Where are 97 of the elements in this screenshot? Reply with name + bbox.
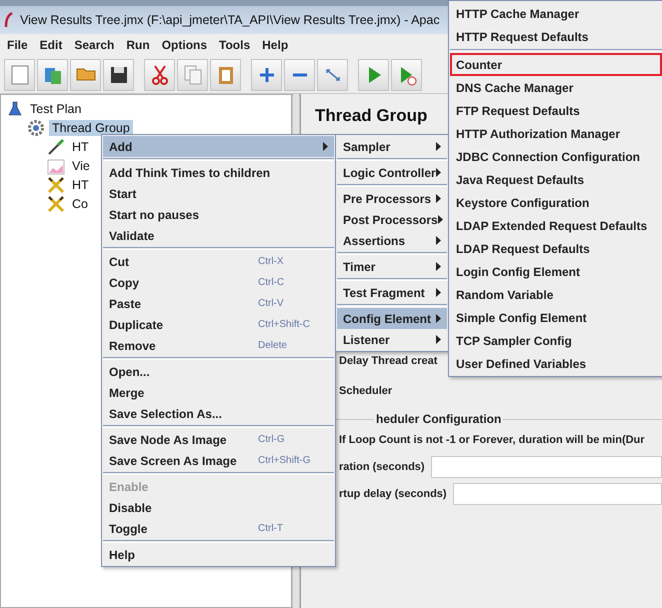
section-title: heduler Configuration [375,412,502,426]
submenu-arrow-icon [323,142,328,151]
tree-item[interactable]: Test Plan [27,100,84,116]
menu-item[interactable]: Options [156,36,212,54]
folder-button[interactable] [70,58,101,90]
menu-item[interactable]: File [2,36,33,54]
menu-item[interactable]: Paste Ctrl-V [103,293,334,314]
menu-item[interactable]: JDBC Connection Configuration [450,145,662,168]
tree-item[interactable]: Vie [69,158,93,174]
menu-item[interactable]: Save Node As Image Ctrl-G [103,429,334,450]
plus-button[interactable] [251,58,282,90]
input-field[interactable] [430,456,662,478]
tree-item[interactable]: HT [69,176,92,192]
field-label: rtup delay (seconds) [339,488,447,500]
menu-item[interactable]: Add [103,136,334,157]
menu-item[interactable]: Disable [103,497,334,518]
tree-item[interactable]: HT [69,138,92,154]
menu-item[interactable]: Help [103,544,334,565]
menu-item[interactable]: Logic Controller [337,162,447,183]
menu-item[interactable]: DNS Cache Manager [450,76,662,99]
chart-icon [47,156,65,174]
menu-item[interactable]: Timer [337,256,447,277]
menu-item[interactable]: LDAP Request Defaults [450,237,662,260]
menu-item[interactable]: HTTP Cache Manager [450,2,662,25]
floppy-disk-button[interactable] [103,58,134,90]
submenu-arrow-icon [436,288,441,297]
panel-title: Thread Group [315,106,428,126]
menu-item[interactable]: FTP Request Defaults [450,99,662,122]
menu-item[interactable]: Java Request Defaults [450,168,662,191]
play-button[interactable] [358,58,389,90]
menu-item[interactable]: TCP Sampler Config [450,329,662,352]
tree-item[interactable]: Co [69,196,91,212]
menu-item[interactable]: Help [257,36,294,54]
submenu-arrow-icon [436,142,441,151]
menu-item[interactable]: Login Config Element [450,260,662,283]
tools-icon [47,194,65,212]
minus-button[interactable] [284,58,315,90]
menu-item[interactable]: Cut Ctrl-X [103,251,334,272]
menu-item[interactable]: Random Variable [450,283,662,306]
submenu-arrow-icon [436,194,441,203]
menu-item[interactable]: Open... [103,361,334,382]
new-document-button[interactable] [4,58,35,90]
input-field[interactable] [452,482,662,504]
menu-item[interactable]: Save Selection As... [103,403,334,424]
menu-item[interactable]: User Defined Variables [450,352,662,375]
gear-icon [27,118,45,136]
menu-item[interactable]: Test Fragment [337,282,447,303]
flask-icon [7,100,23,116]
menu-item[interactable]: Edit [34,36,68,54]
menu-item[interactable]: Run [121,36,155,54]
feather-icon [4,12,14,28]
menu-item[interactable]: Toggle Ctrl-T [103,518,334,539]
submenu-arrow-icon [436,335,441,344]
menu-item[interactable]: Sampler [337,136,447,157]
menu-item[interactable]: Config Element [337,308,447,329]
menu-item[interactable]: Keystore Configuration [450,191,662,214]
menu-item[interactable]: Remove Delete [103,335,334,356]
menu-item[interactable]: Merge [103,382,334,403]
menu-item[interactable]: Tools [214,36,256,54]
menu-item[interactable]: Listener [337,329,447,350]
menu-item[interactable]: Copy Ctrl-C [103,272,334,293]
submenu-arrow-icon [436,236,441,245]
copy-button[interactable] [177,58,208,90]
window-title: View Results Tree.jmx (F:\api_jmeter\TA_API\View Results Tree.jmx) - Apac [20,13,440,27]
submenu-arrow-icon [436,262,441,271]
menu-item[interactable]: Post Processors [337,209,447,230]
pipette-icon [47,138,65,156]
scissors-button[interactable] [144,58,175,90]
menu-item[interactable]: Validate [103,225,334,246]
menu-item[interactable]: Add Think Times to children [103,162,334,183]
menu-item[interactable]: Start no pauses [103,204,334,225]
menu-item[interactable]: Simple Config Element [450,306,662,329]
menu-item[interactable]: LDAP Extended Request Defaults [450,214,662,237]
menu-item[interactable]: Counter [450,53,662,76]
menu-item[interactable]: Pre Processors [337,188,447,209]
submenu-arrow-icon [438,215,443,224]
expand-button[interactable] [317,58,348,90]
field-label: ration (seconds) [339,460,425,472]
minus-icon [292,72,308,76]
note-text: If Loop Count is not -1 or Forever, duration will be min(Dur [339,434,645,446]
menu-item[interactable]: Start [103,183,334,204]
menu-item[interactable]: HTTP Authorization Manager [450,122,662,145]
submenu-arrow-icon [436,168,441,177]
templates-button[interactable] [37,58,68,90]
option-label: Scheduler [339,385,392,397]
menu-item[interactable]: Assertions [337,230,447,251]
option-label: Delay Thread creat [339,355,438,367]
menu-item[interactable]: Search [69,36,120,54]
menu-item[interactable]: Save Screen As Image Ctrl+Shift-G [103,450,334,471]
play-no-pause-button[interactable] [391,58,422,90]
folder-icon [76,68,96,81]
menu-item[interactable]: HTTP Request Defaults [450,25,662,48]
clipboard-button[interactable] [210,58,241,90]
tools-icon [47,176,65,194]
tree-item[interactable]: Thread Group [49,120,133,136]
menu-item[interactable]: Duplicate Ctrl+Shift-C [103,314,334,335]
submenu-arrow-icon [436,314,441,323]
